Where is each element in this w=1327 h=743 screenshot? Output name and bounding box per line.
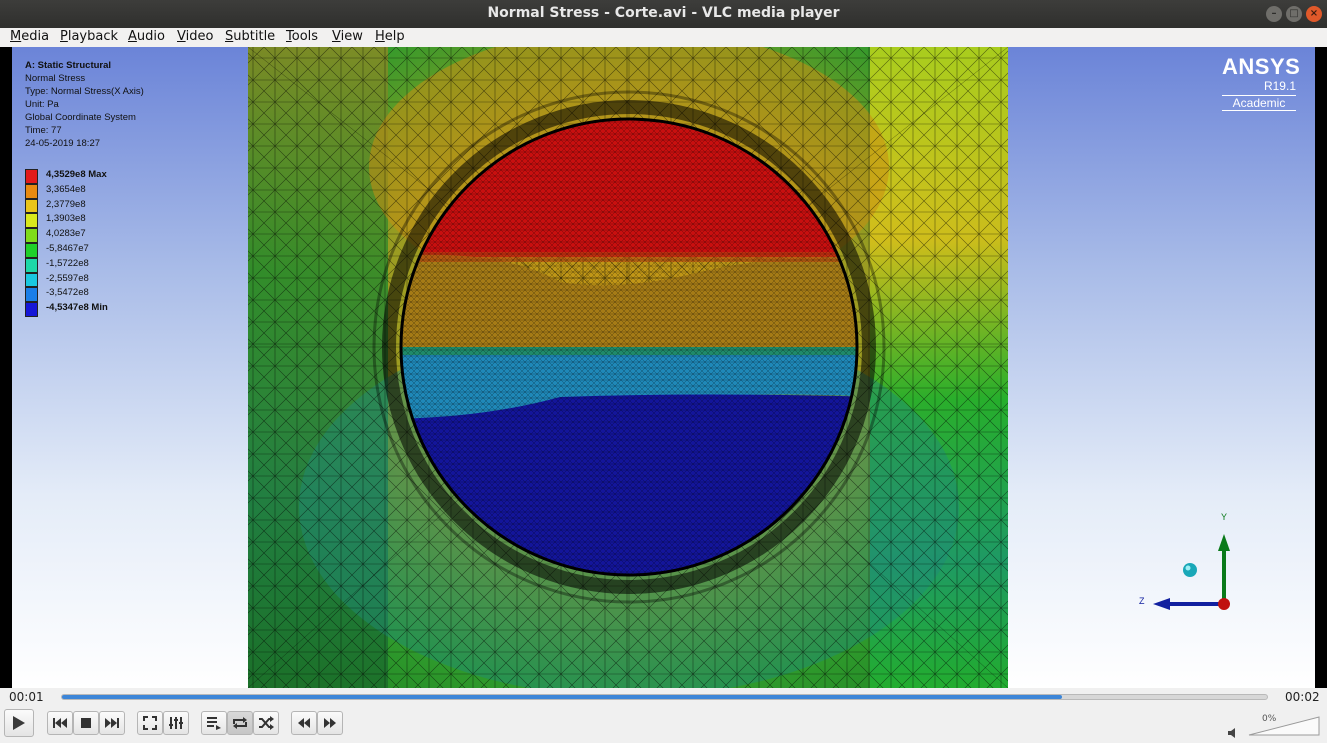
legend-label: -5,8467e7: [46, 242, 89, 254]
seek-progress: [62, 695, 1063, 699]
ansys-brand: ANSYS R19.1 Academic: [1222, 54, 1301, 111]
seek-slider[interactable]: [61, 694, 1268, 700]
menu-bar: Media Playback Audio Video Subtitle Tool…: [0, 28, 1327, 48]
ansys-logo: ANSYS: [1222, 54, 1301, 79]
fullscreen-icon: [143, 716, 157, 730]
legend-swatch: [25, 242, 38, 258]
legend-label: 4,3529e8 Max: [46, 169, 107, 180]
menu-playback[interactable]: Playback: [60, 29, 118, 44]
play-icon: [13, 716, 25, 730]
shuffle-icon: [259, 716, 274, 730]
menu-view[interactable]: View: [332, 29, 363, 44]
speaker-icon: [1228, 728, 1235, 738]
info-line: 24-05-2019 18:27: [25, 138, 101, 149]
analysis-title: A: Static Structural: [25, 60, 112, 71]
legend-swatch: [25, 287, 38, 303]
legend-swatch: [25, 257, 38, 273]
legend-swatch: [25, 183, 38, 199]
loop-icon: [233, 717, 247, 729]
legend-label: 4,0283e7: [46, 228, 86, 240]
total-time[interactable]: 00:02: [1285, 690, 1320, 704]
legend-label: -2,5597e8: [46, 272, 89, 284]
fast-forward-icon: [324, 718, 336, 728]
shuffle-button[interactable]: [253, 711, 279, 735]
maximize-button[interactable]: □: [1286, 6, 1302, 22]
ansys-edition: Academic: [1222, 95, 1296, 111]
simulation-frame: [12, 47, 1315, 688]
equalizer-icon: [169, 717, 183, 729]
legend-label: 1,3903e8: [46, 213, 86, 225]
ansys-version: R19.1: [1263, 79, 1296, 93]
title-bar: Normal Stress - Corte.avi - VLC media pl…: [0, 0, 1327, 28]
rewind-icon: [298, 718, 310, 728]
legend-swatch: [25, 198, 38, 214]
video-surface[interactable]: A: Static Structural Normal Stress Type:…: [0, 47, 1327, 688]
legend-label: -1,5722e8: [46, 257, 89, 269]
stop-button[interactable]: [73, 711, 99, 735]
skip-back-icon: [53, 718, 67, 728]
y-axis-label: Y: [1221, 512, 1228, 522]
previous-button[interactable]: [47, 711, 73, 735]
elapsed-time: 00:01: [9, 690, 44, 704]
fullscreen-button[interactable]: [137, 711, 163, 735]
legend-swatch: [25, 213, 38, 229]
stop-icon: [81, 718, 91, 728]
result-info: A: Static Structural Normal Stress Type:…: [25, 59, 144, 150]
legend-swatch: [25, 302, 38, 317]
close-button[interactable]: ×: [1306, 6, 1322, 22]
mute-button[interactable]: [1227, 724, 1239, 743]
legend-swatch: [25, 169, 38, 184]
menu-media[interactable]: Media: [10, 29, 49, 44]
legend-swatch: [25, 228, 38, 243]
menu-video[interactable]: Video: [177, 29, 213, 44]
legend-label: 3,3654e8: [46, 183, 86, 195]
extended-settings-button[interactable]: [163, 711, 189, 735]
menu-audio[interactable]: Audio: [128, 29, 165, 44]
playlist-icon: [207, 717, 221, 730]
menu-tools[interactable]: Tools: [286, 29, 318, 44]
minimize-button[interactable]: –: [1266, 6, 1282, 22]
menu-help[interactable]: Help: [375, 29, 405, 44]
info-line: Unit: Pa: [25, 99, 59, 110]
window-title: Normal Stress - Corte.avi - VLC media pl…: [487, 5, 840, 21]
legend-label: -4,5347e8 Min: [46, 302, 108, 314]
info-line: Normal Stress: [25, 73, 86, 84]
slower-button[interactable]: [291, 711, 317, 735]
info-line: Type: Normal Stress(X Axis): [25, 86, 144, 97]
info-line: Global Coordinate System: [25, 112, 136, 123]
faster-button[interactable]: [317, 711, 343, 735]
z-axis-label: Z: [1139, 596, 1145, 606]
info-line: Time: 77: [25, 125, 62, 136]
legend-swatch: [25, 272, 38, 288]
volume-slider[interactable]: [1248, 716, 1320, 736]
legend-label: 2,3779e8: [46, 198, 86, 210]
playlist-button[interactable]: [201, 711, 227, 735]
play-button[interactable]: [4, 709, 34, 737]
legend-label: -3,5472e8: [46, 287, 89, 299]
loop-button[interactable]: [227, 711, 253, 735]
next-button[interactable]: [99, 711, 125, 735]
skip-forward-icon: [105, 718, 119, 728]
menu-subtitle[interactable]: Subtitle: [225, 29, 275, 44]
